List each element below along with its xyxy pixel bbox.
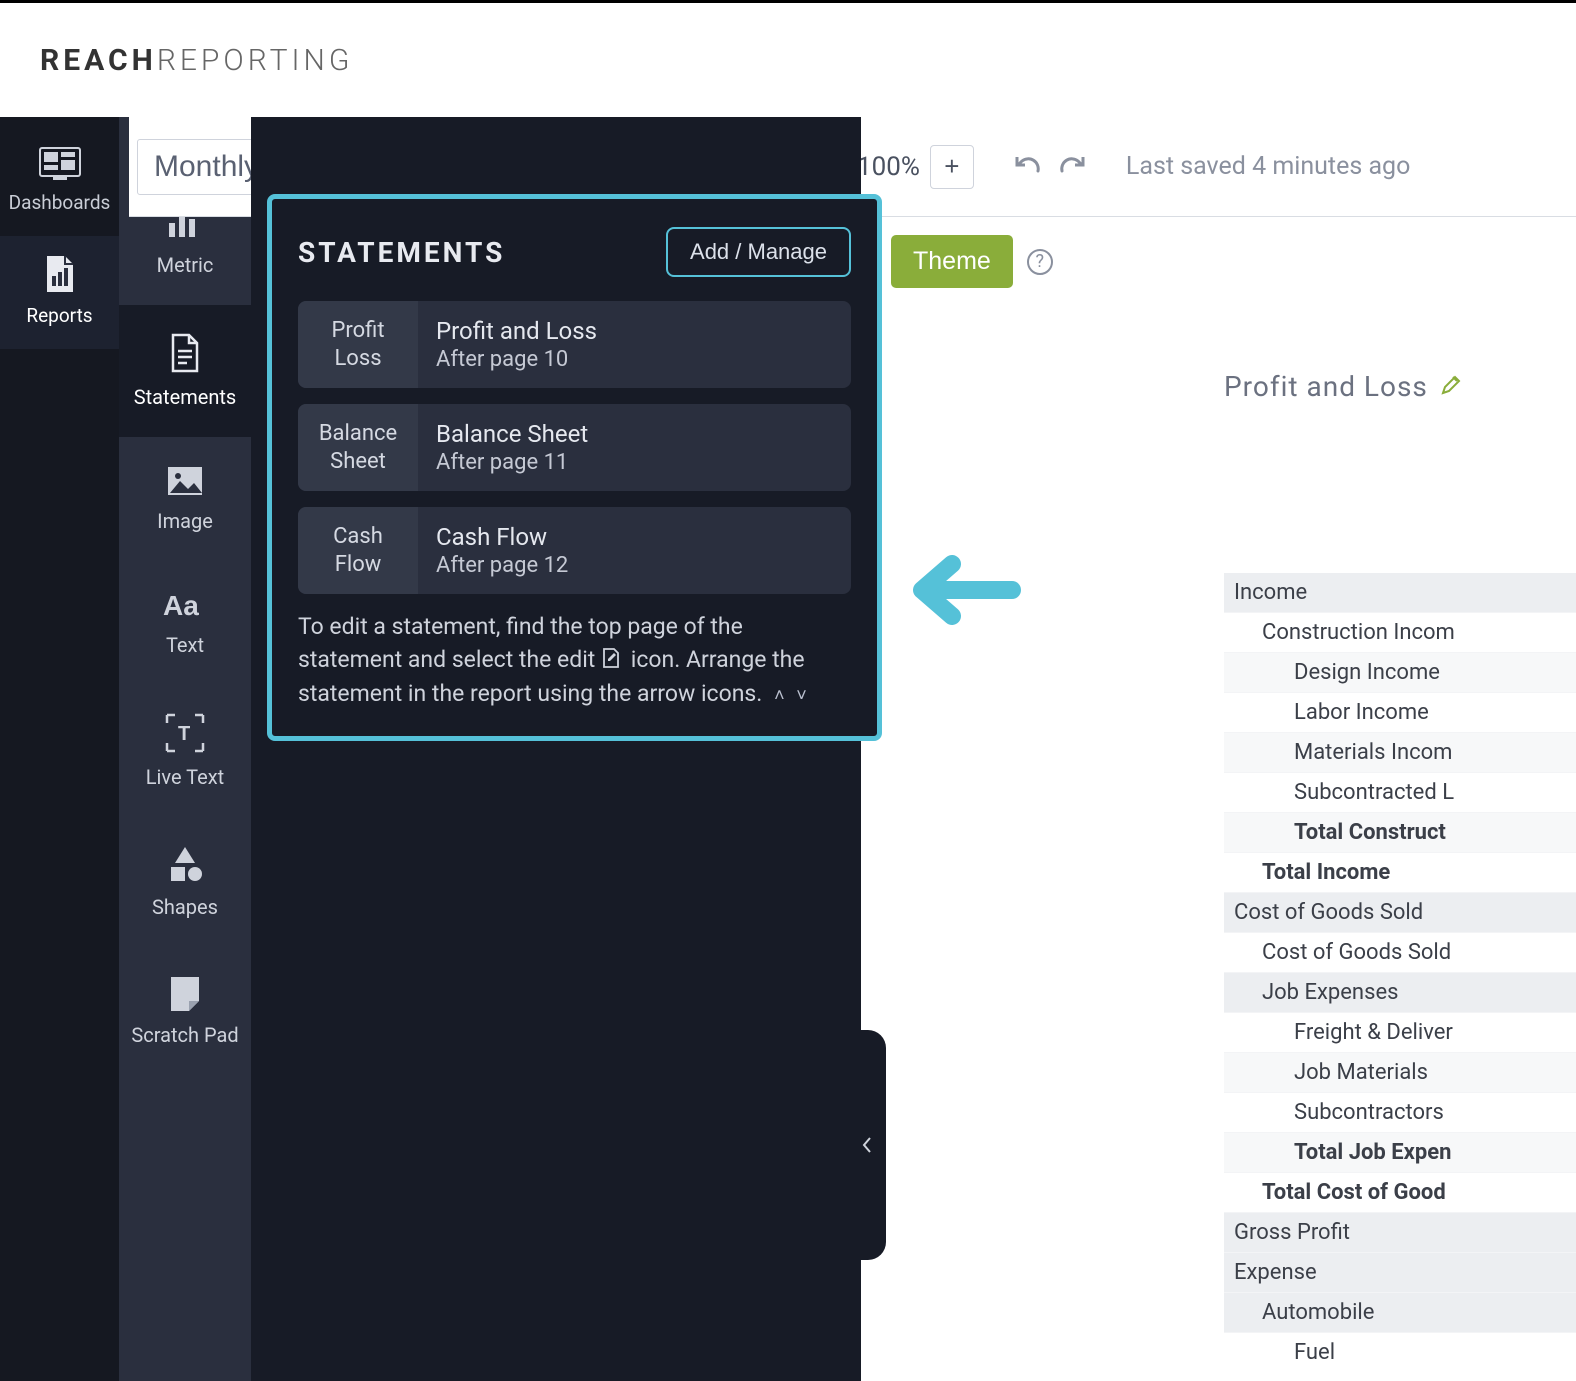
brand-logo: REACHREPORTING [0, 3, 1576, 117]
table-row: Automobile [1224, 1293, 1576, 1333]
table-row: Total Construct [1224, 813, 1576, 853]
table-row: Subcontractors [1224, 1093, 1576, 1133]
statement-badge: Balance Sheet [298, 404, 418, 491]
tool-statements[interactable]: Statements [119, 305, 251, 437]
tool-label: Statements [134, 385, 237, 409]
tool-shapes[interactable]: Shapes [119, 817, 251, 947]
tool-label: Live Text [146, 765, 224, 789]
tool-image[interactable]: Image [119, 437, 251, 561]
help-icon[interactable]: ? [1027, 249, 1053, 275]
statement-name: Cash Flow [436, 523, 568, 551]
statement-badge: Cash Flow [298, 507, 418, 594]
table-row: Job Materials [1224, 1053, 1576, 1093]
statement-info: Balance Sheet After page 11 [418, 404, 606, 491]
report-icon [43, 254, 77, 294]
table-row: Subcontracted L [1224, 773, 1576, 813]
statement-position: After page 11 [436, 450, 588, 475]
table-row: Cost of Goods Sold [1224, 933, 1576, 973]
statements-help-text: To edit a statement, find the top page o… [298, 610, 851, 710]
image-icon [166, 465, 204, 497]
theme-button[interactable]: Theme [891, 235, 1013, 288]
chevron-left-icon [861, 1136, 873, 1154]
zoom-level: 100% [857, 152, 920, 182]
report-preview: Profit and Loss IncomeConstruction Incom… [1224, 370, 1576, 1372]
last-saved-text: Last saved 4 minutes ago [1126, 152, 1410, 181]
tool-scratch-pad[interactable]: Scratch Pad [119, 947, 251, 1075]
sidebar-label: Reports [26, 304, 92, 327]
tool-label: Shapes [152, 895, 218, 919]
brand-bold: REACH [40, 43, 157, 78]
table-row: Job Expenses [1224, 973, 1576, 1013]
statement-position: After page 10 [436, 347, 597, 372]
redo-icon[interactable] [1058, 152, 1086, 182]
report-table: IncomeConstruction IncomDesign IncomeLab… [1224, 573, 1576, 1372]
statement-info: Profit and Loss After page 10 [418, 301, 615, 388]
tool-label: Text [166, 633, 204, 657]
dashboard-icon [39, 147, 81, 181]
secondary-sidebar: Metric Statements Image Aa Text T Live T… [119, 117, 251, 1381]
statement-name: Profit and Loss [436, 317, 597, 345]
table-row: Total Job Expen [1224, 1133, 1576, 1173]
undo-icon[interactable] [1014, 152, 1042, 182]
report-title: Profit and Loss [1224, 370, 1428, 403]
statement-card-pl[interactable]: Profit Loss Profit and Loss After page 1… [298, 301, 851, 388]
chevron-up-icon[interactable]: ˄ [774, 685, 785, 706]
note-icon [169, 975, 201, 1011]
tool-text[interactable]: Aa Text [119, 561, 251, 685]
table-row: Expense [1224, 1253, 1576, 1293]
svg-text:Aa: Aa [163, 590, 199, 621]
shapes-icon [165, 845, 205, 883]
report-title-row: Profit and Loss [1224, 370, 1576, 443]
table-row: Freight & Deliver [1224, 1013, 1576, 1053]
statement-card-bs[interactable]: Balance Sheet Balance Sheet After page 1… [298, 404, 851, 491]
statement-card-cf[interactable]: Cash Flow Cash Flow After page 12 [298, 507, 851, 594]
table-row: Construction Incom [1224, 613, 1576, 653]
tool-label: Image [157, 509, 213, 533]
statement-name: Balance Sheet [436, 420, 588, 448]
table-row: Design Income [1224, 653, 1576, 693]
edit-doc-icon [601, 647, 621, 669]
svg-text:T: T [178, 723, 190, 745]
tool-label: Metric [157, 253, 214, 277]
primary-sidebar: Dashboards Reports [0, 117, 119, 1381]
statement-position: After page 12 [436, 553, 568, 578]
statement-badge: Profit Loss [298, 301, 418, 388]
collapse-panel-handle[interactable] [848, 1030, 886, 1260]
chevron-down-icon[interactable]: ˅ [796, 685, 807, 706]
sidebar-label: Dashboards [9, 191, 111, 214]
table-row: Labor Income [1224, 693, 1576, 733]
table-row: Cost of Goods Sold [1224, 893, 1576, 933]
table-row: Fuel [1224, 1333, 1576, 1372]
statements-heading: STATEMENTS [298, 236, 505, 269]
text-icon: Aa [163, 589, 207, 621]
table-row: Gross Profit [1224, 1213, 1576, 1253]
history-controls [1014, 152, 1086, 182]
document-icon [169, 333, 201, 373]
table-row: Materials Incom [1224, 733, 1576, 773]
table-row: Income [1224, 573, 1576, 613]
table-row: Total Income [1224, 853, 1576, 893]
zoom-in-button[interactable]: + [930, 145, 974, 189]
add-manage-button[interactable]: Add / Manage [666, 227, 851, 277]
tool-live-text[interactable]: T Live Text [119, 685, 251, 817]
sidebar-item-reports[interactable]: Reports [0, 236, 119, 349]
pencil-icon[interactable] [1440, 370, 1462, 403]
canvas-toolbar: Theme ? [891, 235, 1053, 288]
tool-label: Scratch Pad [131, 1023, 238, 1047]
live-text-icon: T [165, 713, 205, 753]
statements-panel: STATEMENTS Add / Manage Profit Loss Prof… [267, 194, 882, 741]
brand-thin: REPORTING [157, 43, 354, 78]
sidebar-item-dashboards[interactable]: Dashboards [0, 129, 119, 236]
table-row: Total Cost of Good [1224, 1173, 1576, 1213]
arrow-annotation-icon [912, 550, 1022, 634]
statement-info: Cash Flow After page 12 [418, 507, 586, 594]
